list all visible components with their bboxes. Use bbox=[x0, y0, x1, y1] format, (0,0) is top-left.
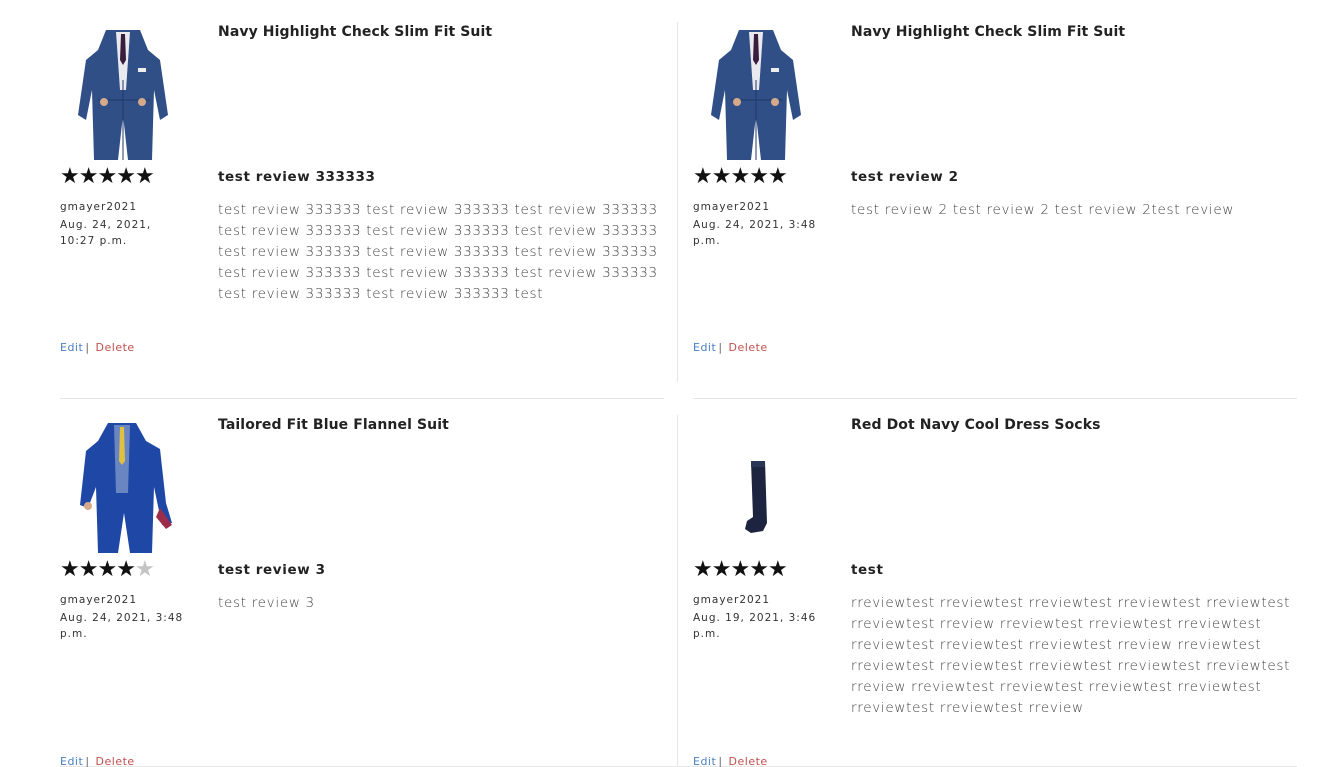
delete-link[interactable]: Delete bbox=[96, 755, 135, 767]
review-author: gmayer2021 bbox=[60, 594, 138, 606]
column-divider bbox=[677, 22, 678, 382]
review-title: test review 333333 bbox=[218, 169, 376, 185]
star-filled-icon: ★ bbox=[711, 557, 732, 582]
edit-link[interactable]: Edit bbox=[60, 341, 83, 354]
star-filled-icon: ★ bbox=[97, 164, 117, 189]
navy-suit-image[interactable] bbox=[68, 20, 178, 160]
review-body: rreviewtest rreviewtest rreviewtest rrev… bbox=[851, 595, 1291, 716]
review-date: Aug. 24, 2021, 10:27 p.m. bbox=[60, 219, 152, 247]
edit-link[interactable]: Edit bbox=[60, 755, 83, 767]
product-name[interactable]: Navy Highlight Check Slim Fit Suit bbox=[218, 24, 492, 40]
review-title: test review 2 bbox=[851, 169, 959, 185]
review-card: Navy Highlight Check Slim Fit Suit ★★★★★… bbox=[693, 0, 1297, 380]
star-filled-icon: ★ bbox=[730, 164, 750, 189]
review-title: test review 3 bbox=[218, 562, 326, 578]
star-filled-icon: ★ bbox=[767, 557, 788, 582]
star-filled-icon: ★ bbox=[730, 557, 750, 582]
action-separator: | bbox=[718, 341, 723, 354]
star-filled-icon: ★ bbox=[60, 557, 80, 582]
navy-suit-image[interactable] bbox=[701, 20, 811, 160]
review-actions: Edit | Delete bbox=[693, 755, 768, 767]
navy-socks-image[interactable] bbox=[701, 413, 811, 553]
action-separator: | bbox=[85, 341, 90, 354]
delete-link[interactable]: Delete bbox=[96, 341, 135, 354]
star-rating: ★★★★★ bbox=[693, 164, 788, 189]
star-filled-icon: ★ bbox=[78, 164, 99, 189]
review-card: Red Dot Navy Cool Dress Socks ★★★★★ test… bbox=[693, 393, 1297, 767]
star-filled-icon: ★ bbox=[693, 557, 713, 582]
review-actions: Edit | Delete bbox=[60, 341, 135, 354]
review-title: test bbox=[851, 562, 884, 578]
star-filled-icon: ★ bbox=[60, 164, 80, 189]
review-date: Aug. 24, 2021, 3:48 p.m. bbox=[693, 219, 817, 247]
product-name[interactable]: Tailored Fit Blue Flannel Suit bbox=[218, 417, 449, 433]
delete-link[interactable]: Delete bbox=[729, 755, 768, 767]
review-date: Aug. 19, 2021, 3:46 p.m. bbox=[693, 612, 817, 640]
action-separator: | bbox=[85, 755, 90, 767]
review-date: Aug. 24, 2021, 3:48 p.m. bbox=[60, 612, 184, 640]
review-card: Navy Highlight Check Slim Fit Suit ★★★★★… bbox=[60, 0, 664, 380]
star-filled-icon: ★ bbox=[134, 164, 155, 189]
star-empty-icon: ★ bbox=[134, 557, 155, 582]
star-filled-icon: ★ bbox=[693, 164, 713, 189]
star-filled-icon: ★ bbox=[767, 164, 788, 189]
star-filled-icon: ★ bbox=[749, 164, 769, 189]
product-name[interactable]: Navy Highlight Check Slim Fit Suit bbox=[851, 24, 1125, 40]
review-author: gmayer2021 bbox=[60, 201, 138, 213]
review-body: test review 2 test review 2 test review … bbox=[851, 202, 1235, 218]
review-body: test review 333333 test review 333333 te… bbox=[218, 202, 658, 302]
star-filled-icon: ★ bbox=[711, 164, 732, 189]
star-filled-icon: ★ bbox=[97, 557, 117, 582]
star-filled-icon: ★ bbox=[78, 557, 99, 582]
star-filled-icon: ★ bbox=[116, 557, 136, 582]
review-card: Tailored Fit Blue Flannel Suit ★★★★★ tes… bbox=[60, 393, 664, 767]
blue-flannel-suit-image[interactable] bbox=[68, 413, 178, 553]
product-name[interactable]: Red Dot Navy Cool Dress Socks bbox=[851, 417, 1101, 433]
star-filled-icon: ★ bbox=[749, 557, 769, 582]
star-rating: ★★★★★ bbox=[60, 557, 155, 582]
edit-link[interactable]: Edit bbox=[693, 755, 716, 767]
edit-link[interactable]: Edit bbox=[693, 341, 716, 354]
review-body: test review 3 bbox=[218, 595, 315, 611]
star-rating: ★★★★★ bbox=[693, 557, 788, 582]
star-rating: ★★★★★ bbox=[60, 164, 155, 189]
review-actions: Edit | Delete bbox=[693, 341, 768, 354]
review-author: gmayer2021 bbox=[693, 594, 771, 606]
review-actions: Edit | Delete bbox=[60, 755, 135, 767]
review-author: gmayer2021 bbox=[693, 201, 771, 213]
column-divider bbox=[677, 415, 678, 767]
reviews-page: Navy Highlight Check Slim Fit Suit ★★★★★… bbox=[0, 0, 1332, 767]
delete-link[interactable]: Delete bbox=[729, 341, 768, 354]
action-separator: | bbox=[718, 755, 723, 767]
star-filled-icon: ★ bbox=[116, 164, 136, 189]
